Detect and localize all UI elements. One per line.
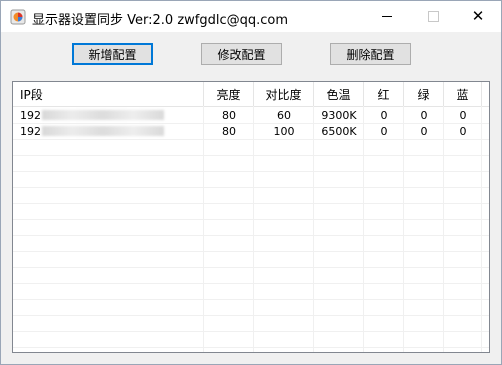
row-gridline [13, 235, 489, 236]
cell-red: 0 [380, 109, 388, 122]
table-row[interactable]: 192 80 100 6500K 0 0 0 [13, 124, 482, 140]
maximize-icon [427, 11, 439, 22]
column-header-blue[interactable]: 蓝 [444, 82, 482, 106]
close-icon: ✕ [471, 7, 485, 25]
minimize-icon [382, 16, 392, 17]
row-gridline [13, 267, 489, 268]
list-header: IP段 亮度 对比度 色温 红 绿 蓝 [13, 82, 489, 107]
cell-blue: 0 [459, 125, 467, 138]
row-gridline [13, 251, 489, 252]
ip-prefix: 192 [20, 125, 41, 138]
cell-contrast: 100 [273, 125, 295, 138]
row-gridline [13, 171, 489, 172]
cell-color-temp: 9300K [321, 109, 357, 122]
table-row[interactable]: 192 80 60 9300K 0 0 0 [13, 108, 482, 124]
column-header-ip[interactable]: IP段 [13, 82, 204, 106]
cell-brightness: 80 [222, 109, 236, 122]
cell-green: 0 [420, 125, 428, 138]
cell-ip: 192 [13, 108, 204, 124]
title-bar[interactable]: 显示器设置同步 Ver:2.0 zwfgdlc@qq.com ✕ [1, 1, 501, 32]
row-gridline [13, 347, 489, 348]
cell-brightness: 80 [222, 125, 236, 138]
row-gridline [13, 155, 489, 156]
column-header-brightness[interactable]: 亮度 [204, 82, 254, 106]
cell-ip: 192 [13, 124, 204, 140]
redacted-ip [42, 110, 164, 120]
main-window: 显示器设置同步 Ver:2.0 zwfgdlc@qq.com ✕ 新增配置 修改… [0, 0, 502, 365]
column-header-green[interactable]: 绿 [404, 82, 444, 106]
column-header-color-temp[interactable]: 色温 [314, 82, 364, 106]
edit-config-button[interactable]: 修改配置 [201, 43, 282, 65]
close-button[interactable]: ✕ [455, 1, 501, 32]
delete-config-button[interactable]: 删除配置 [330, 43, 411, 65]
minimize-button[interactable] [364, 1, 410, 32]
app-icon [10, 9, 26, 25]
row-gridline [13, 283, 489, 284]
maximize-button [410, 1, 456, 32]
row-gridline [13, 315, 489, 316]
row-gridline [13, 219, 489, 220]
row-gridline [13, 331, 489, 332]
cell-green: 0 [420, 109, 428, 122]
ip-prefix: 192 [20, 109, 41, 122]
window-title: 显示器设置同步 Ver:2.0 zwfgdlc@qq.com [32, 13, 289, 28]
redacted-ip [42, 126, 164, 136]
config-list[interactable]: IP段 亮度 对比度 色温 红 绿 蓝 192 80 60 9300K 0 0 … [12, 81, 490, 353]
row-gridline [13, 203, 489, 204]
add-config-button[interactable]: 新增配置 [72, 43, 153, 65]
cell-color-temp: 6500K [321, 125, 357, 138]
cell-contrast: 60 [277, 109, 291, 122]
column-header-contrast[interactable]: 对比度 [254, 82, 314, 106]
row-gridline [13, 187, 489, 188]
cell-red: 0 [380, 125, 388, 138]
row-gridline [13, 299, 489, 300]
column-header-red[interactable]: 红 [364, 82, 404, 106]
cell-blue: 0 [459, 109, 467, 122]
